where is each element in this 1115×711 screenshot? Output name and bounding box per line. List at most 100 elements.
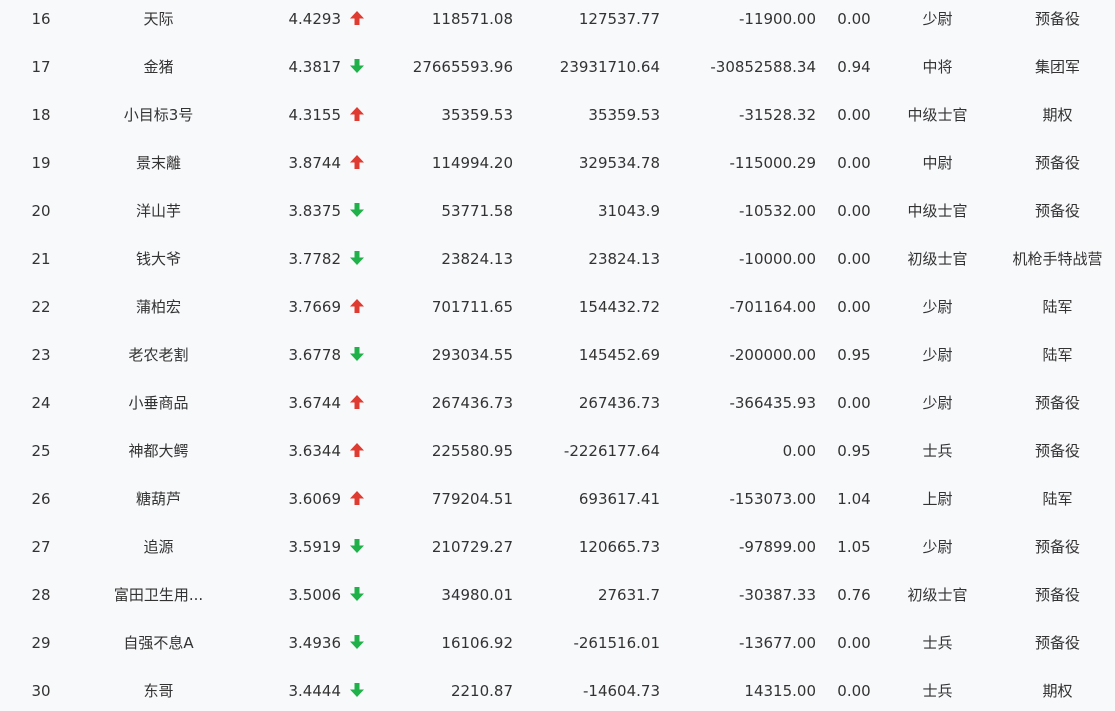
score-value: 3.8744: [288, 154, 342, 172]
arrow-down-icon: [349, 672, 369, 711]
value-3: -701164.00: [729, 298, 816, 316]
ratio-value: 0.00: [837, 394, 871, 412]
value-3: -30387.33: [739, 586, 816, 604]
score-value: 4.4293: [288, 10, 342, 28]
arrow-down-icon: [349, 192, 369, 240]
table-row[interactable]: 24 小垂商品 3.6744 267436.73 267436.73 -366435.93…: [0, 384, 1115, 432]
ratio-value: 1.04: [837, 490, 871, 508]
rank-title: 士兵: [922, 682, 953, 700]
unit-name: 机枪手特战营: [1012, 250, 1103, 268]
user-name: 钱大爷: [135, 250, 181, 268]
rank-title: 中尉: [922, 154, 953, 172]
user-name: 糖葫芦: [135, 490, 181, 508]
value-3: -200000.00: [729, 346, 816, 364]
value-3: 0.00: [782, 442, 816, 460]
value-2: 127537.77: [578, 10, 660, 28]
table-row[interactable]: 25 神都大鳄 3.6344 225580.95 -2226177.64 0.00 0.95…: [0, 432, 1115, 480]
unit-name: 集团军: [1034, 58, 1080, 76]
table-row[interactable]: 26 糖葫芦 3.6069 779204.51 693617.41 -153073.00 1…: [0, 480, 1115, 528]
row-index: 27: [31, 538, 51, 556]
arrow-up-icon: [349, 0, 369, 48]
unit-name: 陆军: [1042, 346, 1073, 364]
unit-name: 预备役: [1034, 10, 1080, 28]
table-row[interactable]: 23 老农老割 3.6778 293034.55 145452.69 -200000.00…: [0, 336, 1115, 384]
user-name: 神都大鳄: [128, 442, 189, 460]
user-name: 金猪: [143, 58, 174, 76]
table-row[interactable]: 27 追源 3.5919 210729.27 120665.73 -97899.00 1.0…: [0, 528, 1115, 576]
arrow-up-icon: [349, 384, 369, 432]
arrow-down-icon: [349, 336, 369, 384]
value-3: -366435.93: [729, 394, 816, 412]
table-row[interactable]: 20 洋山芋 3.8375 53771.58 31043.9 -10532.00 0.00 中…: [0, 192, 1115, 240]
value-3: -97899.00: [739, 538, 816, 556]
unit-name: 预备役: [1034, 394, 1080, 412]
user-name: 老农老割: [128, 346, 189, 364]
user-name: 自强不息A: [123, 634, 194, 652]
table-row[interactable]: 19 景末離 3.8744 114994.20 329534.78 -115000.29 0…: [0, 144, 1115, 192]
value-3: -30852588.34: [710, 58, 816, 76]
table-row[interactable]: 30 东哥 3.4444 2210.87 -14604.73 14315.00 0.00 士兵…: [0, 672, 1115, 711]
table-row[interactable]: 28 富田卫生用... 3.5006 34980.01 27631.7 -30387.33…: [0, 576, 1115, 624]
table-row[interactable]: 16 天际 4.4293 118571.08 127537.77 -11900.00 0.0…: [0, 0, 1115, 48]
table-row[interactable]: 21 钱大爷 3.7782 23824.13 23824.13 -10000.00 0.00…: [0, 240, 1115, 288]
score-value: 3.7669: [288, 298, 342, 316]
user-name: 蒲柏宏: [135, 298, 181, 316]
score-value: 3.6069: [288, 490, 342, 508]
value-1: 53771.58: [441, 202, 513, 220]
value-1: 2210.87: [450, 682, 513, 700]
arrow-down-icon: [349, 624, 369, 672]
arrow-down-icon: [349, 240, 369, 288]
value-2: -261516.01: [573, 634, 660, 652]
arrow-up-icon: [349, 480, 369, 528]
table-row[interactable]: 22 蒲柏宏 3.7669 701711.65 154432.72 -701164.00 0…: [0, 288, 1115, 336]
rank-title: 少尉: [922, 10, 953, 28]
row-index: 21: [31, 250, 51, 268]
row-index: 22: [31, 298, 51, 316]
score-value: 3.8375: [288, 202, 342, 220]
unit-name: 陆军: [1042, 298, 1073, 316]
row-index: 19: [31, 154, 51, 172]
unit-name: 期权: [1042, 682, 1073, 700]
score-value: 3.4936: [288, 634, 342, 652]
value-2: 23824.13: [588, 250, 660, 268]
value-1: 114994.20: [431, 154, 513, 172]
value-2: 23931710.64: [559, 58, 660, 76]
table-row[interactable]: 17 金猪 4.3817 27665593.96 23931710.64 -3085258…: [0, 48, 1115, 96]
rank-title: 少尉: [922, 394, 953, 412]
ranking-table: 16 天际 4.4293 118571.08 127537.77 -11900.00 0.0…: [0, 0, 1115, 711]
table-row[interactable]: 29 自强不息A 3.4936 16106.92 -261516.01 -13677.00…: [0, 624, 1115, 672]
ratio-value: 0.76: [837, 586, 871, 604]
rank-title: 士兵: [922, 634, 953, 652]
user-name: 小垂商品: [128, 394, 189, 412]
value-2: 27631.7: [597, 586, 660, 604]
rank-title: 士兵: [922, 442, 953, 460]
value-2: 693617.41: [578, 490, 660, 508]
value-2: 154432.72: [578, 298, 660, 316]
rank-title: 初级士官: [907, 250, 968, 268]
score-value: 3.6344: [288, 442, 342, 460]
score-value: 4.3817: [288, 58, 342, 76]
value-2: 145452.69: [578, 346, 660, 364]
ratio-value: 0.00: [837, 10, 871, 28]
rank-title: 少尉: [922, 298, 953, 316]
value-1: 701711.65: [431, 298, 513, 316]
score-value: 4.3155: [288, 106, 342, 124]
user-name: 追源: [143, 538, 174, 556]
row-index: 26: [31, 490, 51, 508]
rank-title: 中级士官: [907, 202, 968, 220]
unit-name: 陆军: [1042, 490, 1073, 508]
value-2: -2226177.64: [563, 442, 660, 460]
row-index: 30: [31, 682, 51, 700]
unit-name: 预备役: [1034, 538, 1080, 556]
ratio-value: 0.00: [837, 298, 871, 316]
table-row[interactable]: 18 小目标3号 4.3155 35359.53 35359.53 -31528.32 0.…: [0, 96, 1115, 144]
value-1: 23824.13: [441, 250, 513, 268]
row-index: 28: [31, 586, 51, 604]
value-1: 118571.08: [431, 10, 513, 28]
row-index: 17: [31, 58, 51, 76]
user-name: 洋山芋: [135, 202, 181, 220]
value-1: 225580.95: [431, 442, 513, 460]
value-2: 267436.73: [578, 394, 660, 412]
score-value: 3.7782: [288, 250, 342, 268]
unit-name: 预备役: [1034, 202, 1080, 220]
